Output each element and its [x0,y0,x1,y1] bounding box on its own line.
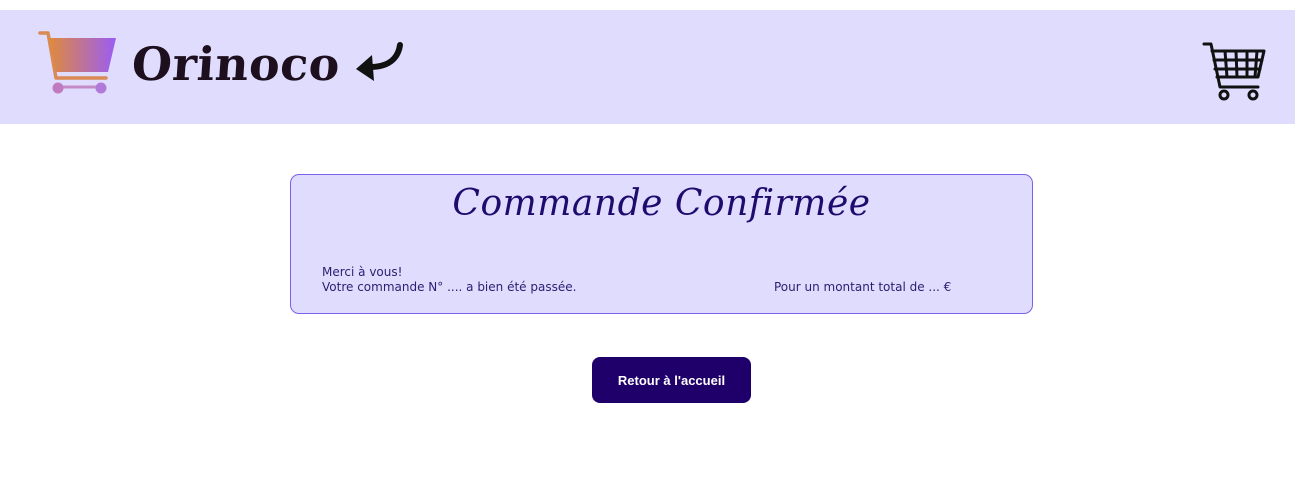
shopping-cart-icon [1202,42,1266,101]
confirmation-panel: Commande Confirmée Merci à vous! Votre c… [290,174,1033,314]
confirmation-title: Commande Confirmée [452,183,871,224]
curved-back-arrow-icon [356,42,404,81]
order-number-text: Votre commande N° .... a bien été passée… [322,280,577,294]
order-total-text: Pour un montant total de ... € [774,280,952,294]
shopping-cart-gradient-icon [38,31,116,94]
confirmation-message: Merci à vous! Votre commande N° .... a b… [322,265,576,295]
page: Orinoco Commande Confirmée Merci à vous!… [0,0,1295,500]
brand-name: Orinoco [130,37,342,91]
back-to-home-button[interactable]: Retour à l'accueil [592,357,751,403]
cart-button[interactable] [1200,39,1268,105]
site-header: Orinoco [0,10,1295,124]
thanks-text: Merci à vous! [322,265,403,279]
brand-home-link[interactable]: Orinoco [38,30,404,98]
